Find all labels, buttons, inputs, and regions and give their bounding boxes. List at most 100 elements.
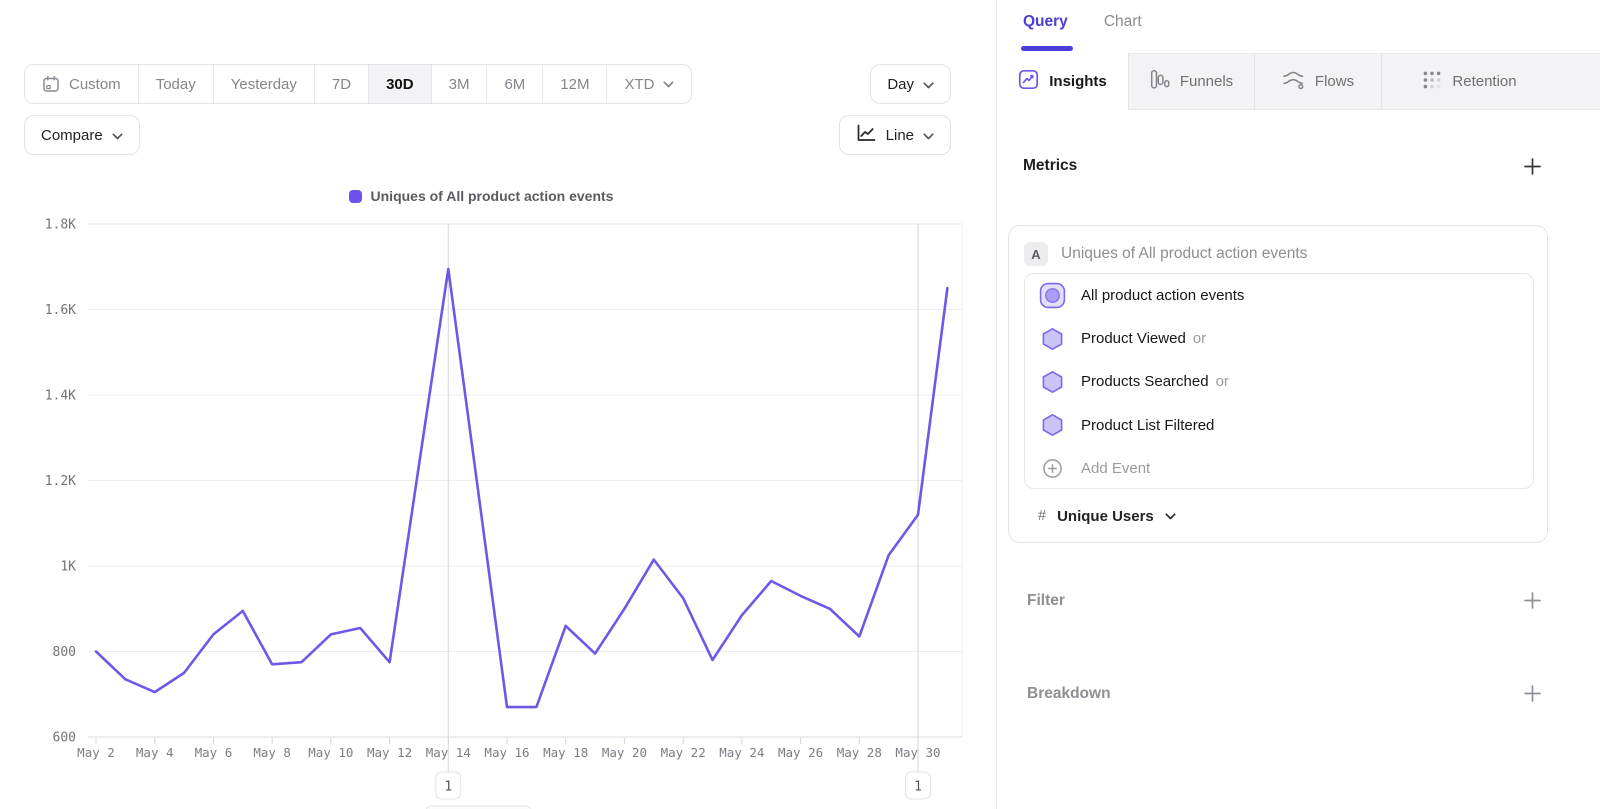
line-chart-icon bbox=[856, 124, 877, 147]
chart-type-dropdown[interactable]: Line bbox=[839, 115, 951, 155]
metric-card: A Uniques of All product action events A… bbox=[1008, 225, 1548, 543]
flows-icon bbox=[1282, 70, 1305, 94]
event-row-product-list-filtered[interactable]: Product List Filtered bbox=[1025, 404, 1533, 447]
hexagon-icon bbox=[1039, 413, 1066, 437]
range-label: 7D bbox=[332, 76, 351, 93]
boolean-operator-label: or bbox=[1216, 373, 1229, 390]
y-axis-tick-label: 1.6K bbox=[45, 303, 76, 318]
calendar-icon bbox=[42, 75, 60, 93]
x-axis-tick-label: May 18 bbox=[543, 745, 588, 760]
chevron-down-icon bbox=[923, 127, 934, 144]
x-axis-tick-label: May 2 bbox=[77, 745, 115, 760]
tab-insights[interactable]: Insights bbox=[997, 53, 1128, 110]
breakdown-section: Breakdown bbox=[1027, 679, 1542, 709]
y-axis-tick-label: 1.8K bbox=[45, 218, 76, 233]
hexagon-icon bbox=[1039, 370, 1066, 394]
toolbar-row-1: Custom TodayYesterday 7D 30D 3M 6M 12M XTD Day bbox=[24, 64, 951, 104]
x-axis-tick-label: May 12 bbox=[367, 745, 412, 760]
range-button-12m[interactable]: 12M bbox=[543, 65, 607, 103]
event-list: All product action events Product Viewed o… bbox=[1024, 273, 1534, 489]
event-label: Add Event bbox=[1081, 460, 1150, 477]
metrics-title: Metrics bbox=[1023, 157, 1077, 175]
add-breakdown-button[interactable] bbox=[1523, 684, 1542, 708]
event-label: Product Viewed bbox=[1081, 330, 1186, 347]
tab-chart[interactable]: Chart bbox=[1104, 13, 1142, 31]
range-label: 3M bbox=[449, 76, 470, 93]
event-row-all-product-action-events[interactable]: All product action events bbox=[1025, 274, 1533, 317]
metric-letter-badge: A bbox=[1024, 242, 1048, 266]
x-axis-tick-label: May 22 bbox=[661, 745, 706, 760]
svg-text:1: 1 bbox=[444, 780, 452, 795]
hexagon-icon bbox=[1039, 327, 1066, 351]
toolbar-row-2: Compare Line bbox=[24, 115, 951, 155]
retention-icon bbox=[1422, 70, 1442, 94]
x-axis-tick-label: May 20 bbox=[602, 745, 647, 760]
event-label: Product List Filtered bbox=[1081, 417, 1214, 434]
range-button-yesterday[interactable]: Yesterday bbox=[214, 65, 315, 103]
range-label: 30D bbox=[386, 76, 414, 93]
boolean-operator-label: or bbox=[1193, 330, 1206, 347]
series-line[interactable] bbox=[96, 269, 947, 707]
range-button-custom[interactable]: Custom bbox=[25, 65, 139, 103]
x-axis-tick-label: May 24 bbox=[719, 745, 764, 760]
metrics-header: Metrics bbox=[1023, 152, 1542, 180]
x-axis-tick-label: May 30 bbox=[895, 745, 940, 760]
tab-query[interactable]: Query bbox=[1023, 13, 1068, 31]
range-button-7d[interactable]: 7D bbox=[315, 65, 369, 103]
event-row-products-searched[interactable]: Products Searched or bbox=[1025, 360, 1533, 403]
breakdown-title: Breakdown bbox=[1027, 685, 1111, 703]
chart-type-label: Line bbox=[886, 127, 914, 144]
tab-label: Retention bbox=[1452, 73, 1516, 90]
range-label: 12M bbox=[560, 76, 589, 93]
tab-flows[interactable]: Flows bbox=[1254, 53, 1381, 110]
y-axis-tick-label: 1K bbox=[60, 560, 76, 575]
add-filter-button[interactable] bbox=[1523, 591, 1542, 615]
annotation-badge[interactable]: 1 bbox=[906, 772, 931, 799]
event-row-product-viewed[interactable]: Product Viewed or bbox=[1025, 317, 1533, 360]
x-axis-tick-label: May 6 bbox=[195, 745, 233, 760]
metric-summary-label: Uniques of All product action events bbox=[1061, 245, 1307, 263]
tab-bar-filler bbox=[1557, 53, 1600, 110]
funnels-icon bbox=[1150, 69, 1170, 94]
event-label: Products Searched bbox=[1081, 373, 1209, 390]
compare-label: Compare bbox=[41, 127, 103, 144]
range-button-today[interactable]: Today bbox=[139, 65, 214, 103]
x-axis-tick-label: May 16 bbox=[484, 745, 529, 760]
tab-retention[interactable]: Retention bbox=[1381, 53, 1557, 110]
range-button-xtd[interactable]: XTD bbox=[607, 65, 691, 103]
event-label: All product action events bbox=[1081, 287, 1244, 304]
filter-title: Filter bbox=[1027, 592, 1065, 610]
range-button-3m[interactable]: 3M bbox=[432, 65, 488, 103]
x-axis-tick-label: May 8 bbox=[253, 745, 291, 760]
range-button-6m[interactable]: 6M bbox=[487, 65, 543, 103]
tab-funnels[interactable]: Funnels bbox=[1128, 53, 1254, 110]
chevron-down-icon bbox=[663, 81, 674, 88]
range-label: 6M bbox=[504, 76, 525, 93]
filter-section: Filter bbox=[1027, 586, 1542, 616]
legend-series-label: Uniques of All product action events bbox=[371, 188, 614, 204]
compare-dropdown[interactable]: Compare bbox=[24, 115, 140, 155]
granularity-dropdown[interactable]: Day bbox=[870, 64, 951, 104]
y-axis-tick-label: 600 bbox=[53, 731, 76, 746]
x-axis-tick-label: May 28 bbox=[837, 745, 882, 760]
tab-label: Flows bbox=[1315, 73, 1354, 90]
active-tab-underline bbox=[1021, 46, 1073, 51]
aggregation-selector[interactable]: # Unique Users bbox=[1024, 490, 1176, 542]
tab-label: Funnels bbox=[1180, 73, 1233, 90]
insights-icon bbox=[1018, 69, 1039, 94]
annotation-badge[interactable]: 1 bbox=[436, 772, 461, 799]
x-axis-tick-label: May 10 bbox=[308, 745, 353, 760]
metric-summary-row[interactable]: A Uniques of All product action events bbox=[1024, 237, 1532, 271]
hash-icon: # bbox=[1038, 508, 1046, 524]
x-axis-tick-label: May 26 bbox=[778, 745, 823, 760]
granularity-label: Day bbox=[887, 76, 914, 93]
tab-label: Insights bbox=[1049, 73, 1107, 90]
range-label: Custom bbox=[69, 76, 121, 93]
range-label: XTD bbox=[624, 76, 654, 93]
range-button-30d[interactable]: 30D bbox=[369, 65, 432, 103]
y-axis-tick-label: 1.4K bbox=[45, 389, 76, 404]
legend-swatch-icon bbox=[349, 190, 362, 203]
add-metric-button[interactable] bbox=[1523, 157, 1542, 181]
event-row-add-event[interactable]: Add Event bbox=[1025, 447, 1533, 489]
svg-text:1: 1 bbox=[914, 780, 922, 795]
